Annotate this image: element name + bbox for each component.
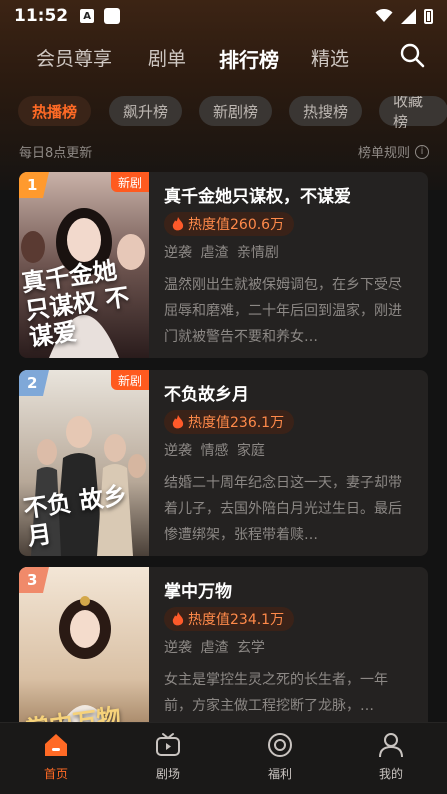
status-time: 11:52 <box>14 6 69 26</box>
nav-home[interactable]: 首页 <box>16 731 96 782</box>
nav-theater-label: 剧场 <box>155 767 180 781</box>
drama-poster[interactable]: 不负 故乡月 <box>19 370 149 556</box>
drama-description: 女主是掌控生灵之死的长生者，一年前，方家主做工程挖断了龙脉，… <box>164 672 388 714</box>
heat-badge: 热度值260.6万 <box>164 212 295 236</box>
drama-poster[interactable]: 真千金她只谋权 不谋爱 <box>19 172 149 358</box>
new-badge: 新剧 <box>111 370 149 390</box>
notification-a-icon: A <box>80 9 95 23</box>
drama-title[interactable]: 真千金她只谋权，不谋爱 <box>164 182 414 207</box>
drama-title[interactable]: 掌中万物 <box>164 577 414 602</box>
drama-tags: 逆袭 情感 家庭 <box>164 443 265 459</box>
nav-theater[interactable]: 剧场 <box>128 731 208 782</box>
flame-icon <box>172 611 184 625</box>
chip-rising[interactable]: 飙升榜 <box>109 96 183 126</box>
signal-icon <box>401 8 416 24</box>
chip-search[interactable]: 热搜榜 <box>289 96 363 126</box>
nav-home-label: 首页 <box>43 767 68 781</box>
nav-profile[interactable]: 我的 <box>351 731 431 782</box>
tab-ranking[interactable]: 排行榜 <box>219 44 279 73</box>
heat-value: 热度值234.1万 <box>188 612 285 628</box>
drama-description: 结婚二十周年纪念日这一天，妻子却带着儿子，去国外陪白月光过生日。最后惨遭绑架，张… <box>164 475 402 543</box>
tv-icon <box>156 733 180 756</box>
drama-tags: 逆袭 虐渣 玄学 <box>164 640 265 656</box>
flame-icon <box>172 216 184 230</box>
drama-description: 温然刚出生就被保姆调包，在乡下受尽屈辱和磨难，二十年后回到温家，刚进门就被警告不… <box>164 277 402 345</box>
flame-icon <box>172 414 184 428</box>
top-tab-bar: 会员尊享 剧单 排行榜 精选 <box>0 36 447 80</box>
heat-value: 热度值236.1万 <box>188 415 285 431</box>
nav-welfare[interactable]: 福利 <box>240 731 320 782</box>
wifi-icon <box>375 9 393 22</box>
ranking-filter-chips: 热播榜 飙升榜 新剧榜 热搜榜 收藏榜 <box>18 96 447 128</box>
search-icon[interactable] <box>399 42 425 68</box>
notification-square-icon <box>104 8 121 24</box>
ranking-rules-link[interactable]: 榜单规则 i <box>358 142 429 161</box>
nav-profile-label: 我的 <box>378 767 403 781</box>
chip-hot[interactable]: 热播榜 <box>18 96 92 126</box>
drama-title[interactable]: 不负故乡月 <box>164 380 414 405</box>
chip-new[interactable]: 新剧榜 <box>199 96 273 126</box>
info-icon: i <box>415 144 429 159</box>
heat-value: 热度值260.6万 <box>188 217 285 233</box>
update-note: 每日8点更新 <box>19 146 93 161</box>
nav-welfare-label: 福利 <box>267 767 292 781</box>
drama-card[interactable]: 不负 故乡月 2 新剧 不负故乡月 热度值236.1万 逆袭 情感 家庭 结婚二… <box>19 370 428 556</box>
home-icon <box>45 734 67 756</box>
drama-card[interactable]: 掌中万物 3 掌中万物 热度值234.1万 逆袭 虐渣 玄学 女主是掌控生灵之死… <box>19 567 428 722</box>
drama-tags: 逆袭 虐渣 亲情剧 <box>164 245 279 261</box>
target-icon <box>268 733 292 757</box>
battery-icon <box>424 8 433 24</box>
tab-member[interactable]: 会员尊享 <box>36 44 112 71</box>
status-bar: 11:52 A <box>0 0 447 32</box>
ranking-rules-label: 榜单规则 <box>357 146 410 161</box>
new-badge: 新剧 <box>111 172 149 192</box>
poster-title: 真千金她只谋权 不谋爱 <box>19 255 131 353</box>
heat-badge: 热度值234.1万 <box>164 607 295 631</box>
chip-favorites[interactable]: 收藏榜 <box>379 96 447 128</box>
user-icon <box>379 733 403 758</box>
ranking-subheader: 每日8点更新 榜单规则 i <box>19 142 429 161</box>
drama-card[interactable]: 真千金她只谋权 不谋爱 1 新剧 真千金她只谋权，不谋爱 热度值260.6万 逆… <box>19 172 428 358</box>
tab-featured[interactable]: 精选 <box>311 44 349 71</box>
heat-badge: 热度值236.1万 <box>164 410 295 434</box>
tab-playlist[interactable]: 剧单 <box>148 44 186 71</box>
bottom-nav: 首页 剧场 福利 我的 <box>0 722 447 794</box>
